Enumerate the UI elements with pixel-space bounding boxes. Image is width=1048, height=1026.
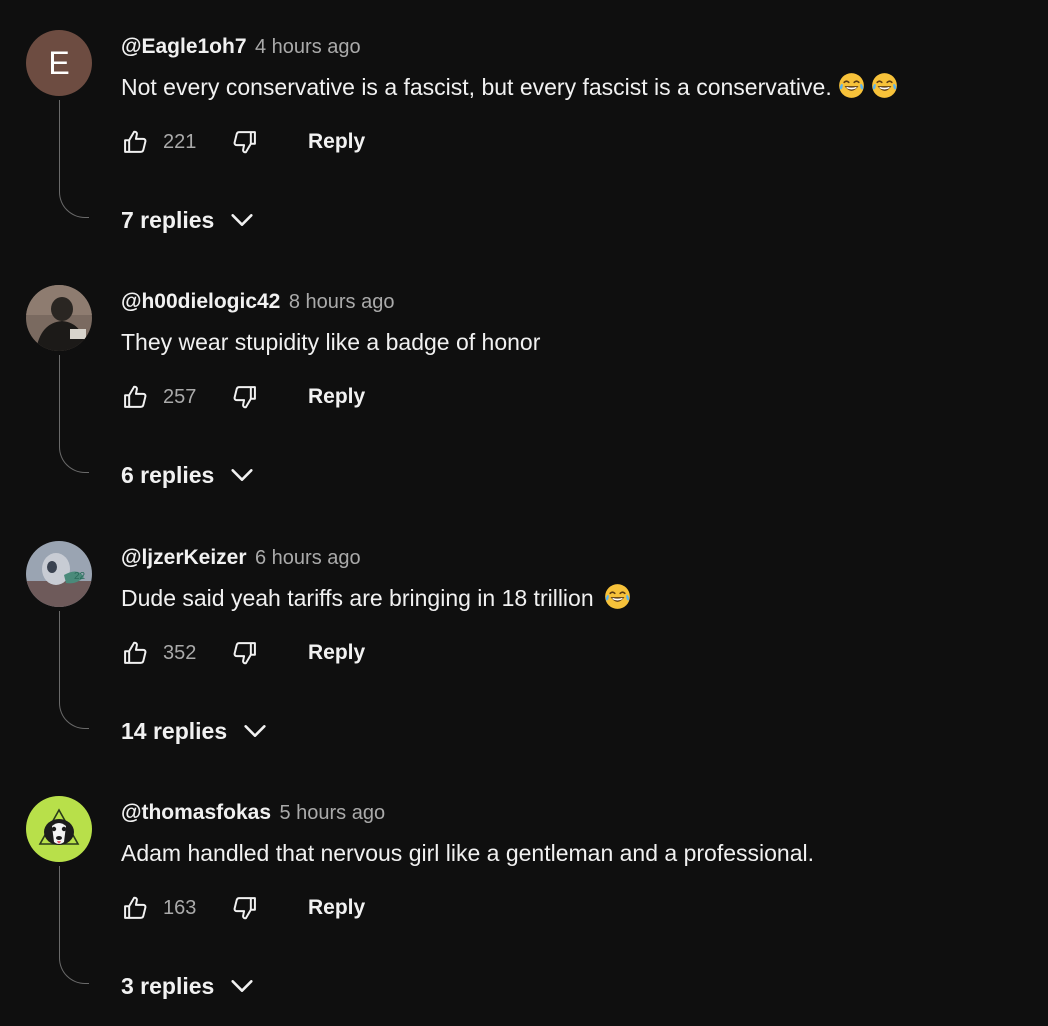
svg-text:22: 22 [74,571,86,582]
chevron-down-icon [228,461,256,489]
face-with-tears-of-joy-icon [604,583,631,610]
replies-label: 3 replies [121,973,215,999]
comment-text-body: They wear stupidity like a badge of hono… [121,329,541,355]
replies-label: 14 replies [121,718,228,744]
chevron-down-icon [241,717,269,745]
comment-time[interactable]: 6 hours ago [255,547,361,569]
comment-thread: @thomasfokas 5 hours ago Adam handled th… [0,766,1048,1021]
like-count: 221 [163,131,197,153]
thread-line [59,355,89,473]
thumbs-down-icon[interactable] [231,128,259,156]
view-replies-button[interactable]: 3 replies [121,970,256,1002]
thumbs-up-icon[interactable] [121,383,149,411]
reply-button[interactable]: Reply [308,894,365,922]
reply-button[interactable]: Reply [308,639,365,667]
comment-text: Dude said yeah tariffs are bringing in 1… [121,582,631,614]
comment-text-body: Dude said yeah tariffs are bringing in 1… [121,585,594,611]
avatar-photo [26,796,92,862]
comment-thread: 22 @ljzerKeizer 6 hours ago Dude said ye… [0,511,1048,766]
comment-text-body: Not every conservative is a fascist, but… [121,74,832,100]
face-with-tears-of-joy-icon [871,72,898,99]
replies-label: 6 replies [121,462,215,488]
comment-thread: @h00dielogic42 8 hours ago They wear stu… [0,255,1048,510]
replies-label: 7 replies [121,207,215,233]
comment-actions: 221 Reply [121,122,521,162]
comment-author[interactable]: @Eagle1oh7 [121,35,247,58]
avatar-photo: 22 [26,541,92,607]
comment-time[interactable]: 4 hours ago [255,36,361,58]
thread-line [59,866,89,984]
comment-actions: 257 Reply [121,377,521,417]
comment-actions: 352 Reply [121,633,521,673]
comment-header: @ljzerKeizer 6 hours ago [121,544,361,574]
thumbs-up-icon[interactable] [121,894,149,922]
comment-time[interactable]: 5 hours ago [279,802,385,824]
reply-button[interactable]: Reply [308,383,365,411]
comment-header: @Eagle1oh7 4 hours ago [121,33,361,63]
thumbs-down-icon[interactable] [231,639,259,667]
comment-author[interactable]: @h00dielogic42 [121,290,280,313]
thumbs-down-icon[interactable] [231,383,259,411]
avatar[interactable]: E [26,30,92,96]
chevron-down-icon [228,972,256,1000]
comment-text: They wear stupidity like a badge of hono… [121,326,540,358]
comment-actions: 163 Reply [121,888,521,928]
comment-header: @h00dielogic42 8 hours ago [121,288,394,318]
comment-text-body: Adam handled that nervous girl like a ge… [121,840,814,866]
comment-header: @thomasfokas 5 hours ago [121,799,385,829]
thread-line [59,100,89,218]
chevron-down-icon [228,206,256,234]
comment-time[interactable]: 8 hours ago [289,291,395,313]
avatar[interactable]: 22 [26,541,92,607]
view-replies-button[interactable]: 6 replies [121,459,256,491]
view-replies-button[interactable]: 14 replies [121,715,269,747]
avatar[interactable] [26,796,92,862]
avatar-letter: E [26,30,92,96]
thumbs-up-icon[interactable] [121,639,149,667]
thread-line [59,611,89,729]
reply-button[interactable]: Reply [308,128,365,156]
view-replies-button[interactable]: 7 replies [121,204,256,236]
face-with-tears-of-joy-icon [838,72,865,99]
thumbs-up-icon[interactable] [121,128,149,156]
avatar[interactable] [26,285,92,351]
thumbs-down-icon[interactable] [231,894,259,922]
comment-text: Not every conservative is a fascist, but… [121,71,898,103]
like-count: 352 [163,642,197,664]
like-count: 163 [163,897,197,919]
comment-author[interactable]: @thomasfokas [121,801,271,824]
comment-author[interactable]: @ljzerKeizer [121,546,247,569]
avatar-photo [26,285,92,351]
like-count: 257 [163,386,197,408]
comment-text: Adam handled that nervous girl like a ge… [121,837,814,869]
comment-thread: E @Eagle1oh7 4 hours ago Not every conse… [0,0,1048,255]
